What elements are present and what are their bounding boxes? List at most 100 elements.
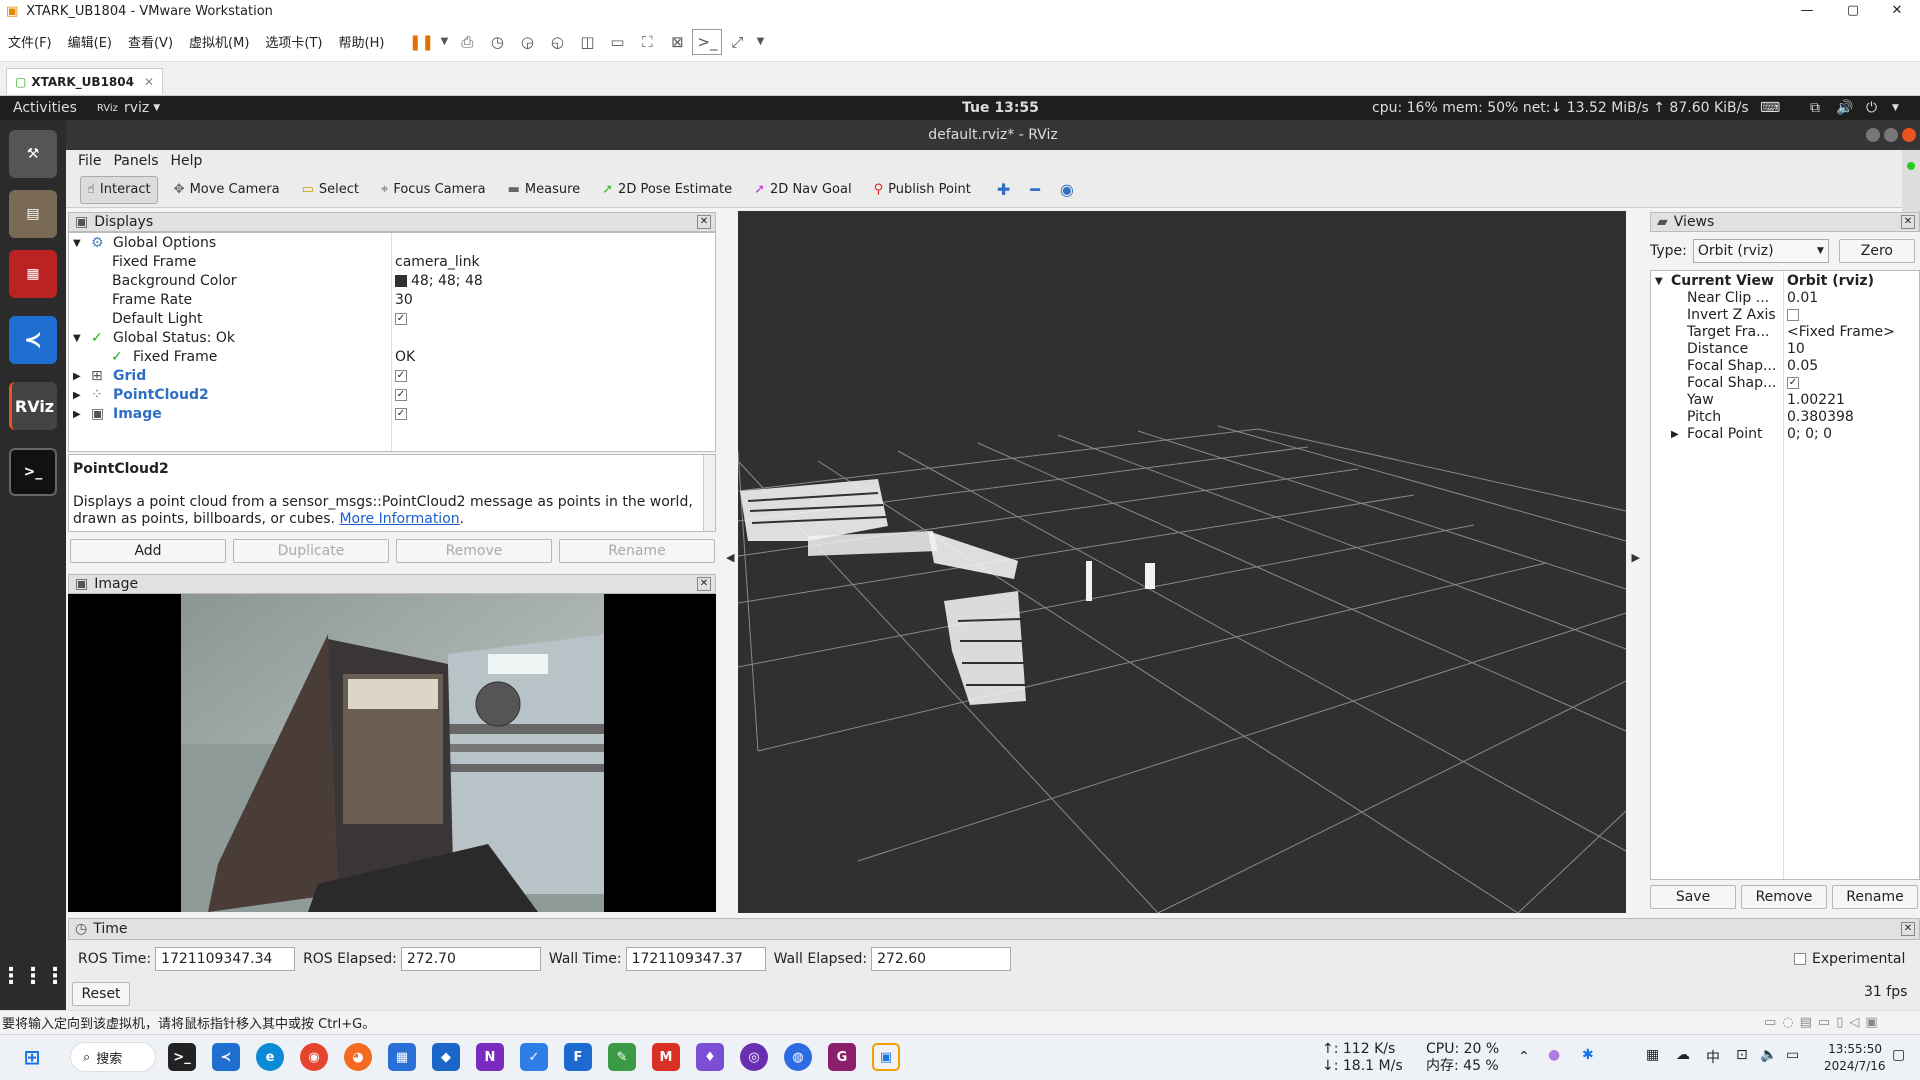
firefox-icon[interactable]: ◕	[344, 1043, 372, 1071]
minimize-button[interactable]	[1866, 128, 1880, 142]
stretch-icon[interactable]: ⤢	[722, 29, 752, 55]
add-tool-icon[interactable]: ✚	[997, 180, 1010, 199]
network-icon[interactable]: ⧉	[1810, 100, 1820, 116]
expand-arrow-icon[interactable]: ▼	[73, 234, 81, 253]
app-red-icon[interactable]: ▦	[9, 250, 57, 298]
edge-icon[interactable]: e	[256, 1043, 284, 1071]
vm-tab[interactable]: ▢ XTARK_UB1804 ✕	[6, 68, 164, 94]
menu-help[interactable]: Help	[165, 153, 209, 169]
menu-file[interactable]: File	[72, 153, 107, 169]
notification-icon[interactable]: ▢	[1892, 1047, 1905, 1063]
experimental-checkbox[interactable]	[1794, 953, 1806, 965]
app-menu[interactable]: RViz rviz ▼	[97, 100, 160, 116]
image-enabled-checkbox[interactable]: ✓	[395, 405, 407, 424]
ros-time-field[interactable]: 1721109347.34	[155, 947, 296, 971]
reset-button[interactable]: Reset	[72, 982, 130, 1006]
tree-row-background-color[interactable]: Background Color 48; 48; 48	[69, 272, 715, 291]
app-blue-icon[interactable]: ◆	[432, 1043, 460, 1071]
remove-tool-icon[interactable]: ━	[1030, 180, 1040, 199]
expand-arrow-icon[interactable]: ▶	[1671, 425, 1679, 444]
chevron-down-icon[interactable]: ▼	[1892, 103, 1899, 113]
tree-row-default-light[interactable]: Default Light ✓	[69, 310, 715, 329]
add-display-button[interactable]: Add	[70, 539, 226, 563]
wifi-icon[interactable]: ⊡	[1736, 1047, 1748, 1063]
remove-display-button[interactable]: Remove	[396, 539, 552, 563]
ros-elapsed-field[interactable]: 272.70	[400, 947, 541, 971]
store-icon[interactable]: ▦	[388, 1043, 416, 1071]
library-view-icon[interactable]: ◫	[572, 29, 602, 55]
vmware-app-icon[interactable]: ▣	[872, 1043, 900, 1071]
wall-elapsed-field[interactable]: 272.60	[871, 947, 1012, 971]
close-icon[interactable]: ✕	[697, 577, 711, 591]
tool-2d-nav-goal[interactable]: ➚ 2D Nav Goal	[748, 176, 857, 204]
3d-viewport[interactable]: ◀ ▶	[726, 211, 1640, 913]
pointcloud2-enabled-checkbox[interactable]: ✓	[395, 386, 407, 405]
ime-indicator[interactable]: 中	[1706, 1047, 1720, 1067]
3d-scene[interactable]	[738, 211, 1626, 913]
terminal-app-icon[interactable]: >_	[168, 1043, 196, 1071]
menu-vm[interactable]: 虚拟机(M)	[181, 32, 257, 51]
show-apps-icon[interactable]: ⋮⋮⋮	[0, 952, 66, 1000]
description-scrollbar[interactable]	[703, 455, 715, 531]
menu-help[interactable]: 帮助(H)	[331, 32, 393, 51]
tree-row-global-status[interactable]: ▼ ✓ Global Status: Ok	[69, 329, 715, 348]
tool-measure[interactable]: ▬ Measure	[502, 176, 587, 204]
close-icon[interactable]: ✕	[144, 75, 154, 89]
files-icon[interactable]: ▤	[9, 190, 57, 238]
remove-view-button[interactable]: Remove	[1741, 885, 1827, 909]
tree-row-pointcloud2[interactable]: ▶ ⁘ PointCloud2 ✓	[69, 386, 715, 405]
tool-select[interactable]: ▭ Select	[296, 176, 365, 204]
revert-snapshot-icon[interactable]: ◶	[512, 29, 542, 55]
tool-2d-pose-estimate[interactable]: ➚ 2D Pose Estimate	[596, 176, 738, 204]
save-view-button[interactable]: Save	[1650, 885, 1736, 909]
more-information-link[interactable]: More Information	[339, 511, 459, 527]
tool-publish-point[interactable]: ⚲ Publish Point	[868, 176, 977, 204]
clock[interactable]: Tue 13:55	[962, 100, 1039, 116]
tool-move-camera[interactable]: ✥ Move Camera	[168, 176, 286, 204]
grid-enabled-checkbox[interactable]: ✓	[395, 367, 407, 386]
maximize-button[interactable]: ▢	[1830, 0, 1876, 22]
menu-view[interactable]: 查看(V)	[120, 32, 181, 51]
tree-row-status-fixed-frame[interactable]: ✓ Fixed Frame OK	[69, 348, 715, 367]
device-icons[interactable]: ▭◌▤▭▯◁▣	[1764, 1015, 1884, 1030]
tree-value[interactable]: 30	[395, 291, 413, 310]
tree-value[interactable]: 48; 48; 48	[395, 272, 483, 291]
tree-row-global-options[interactable]: ▼ ⚙ Global Options	[69, 234, 715, 253]
pdf-icon[interactable]: G	[828, 1043, 856, 1071]
keyboard-icon[interactable]: ⌨	[1760, 100, 1780, 116]
camera-type-icon[interactable]: ◉	[1060, 180, 1074, 199]
vscode-app-icon[interactable]: ≺	[212, 1043, 240, 1071]
tray-icon-1[interactable]: ▦	[1646, 1047, 1659, 1063]
app-swirl-icon[interactable]: ◍	[784, 1043, 812, 1071]
rename-view-button[interactable]: Rename	[1832, 885, 1918, 909]
menu-panels[interactable]: Panels	[107, 153, 164, 169]
send-keys-icon[interactable]: ⎙	[452, 29, 482, 55]
menu-edit[interactable]: 编辑(E)	[60, 32, 120, 51]
chevron-up-icon[interactable]: ⌃	[1518, 1049, 1530, 1065]
menu-tabs[interactable]: 选项卡(T)	[257, 32, 330, 51]
vscode-icon[interactable]: ≺	[9, 316, 57, 364]
wall-time-field[interactable]: 1721109347.37	[625, 947, 766, 971]
experimental-option[interactable]: Experimental	[1794, 951, 1905, 967]
power-icon[interactable]: ⏻	[1866, 100, 1877, 116]
app-purple-icon[interactable]: ♦	[696, 1043, 724, 1071]
minimize-button[interactable]: —	[1784, 0, 1830, 22]
view-row-value[interactable]: 0; 0; 0	[1787, 425, 1832, 444]
system-monitor[interactable]: cpu: 16% mem: 50% net:↓ 13.52 MiB/s ↑ 87…	[1372, 100, 1749, 116]
zero-button[interactable]: Zero	[1838, 239, 1915, 263]
close-button[interactable]	[1902, 128, 1916, 142]
tree-row-grid[interactable]: ▶ ⊞ Grid ✓	[69, 367, 715, 386]
app-f-icon[interactable]: F	[564, 1043, 592, 1071]
expand-arrow-icon[interactable]: ▼	[73, 329, 81, 348]
close-icon[interactable]: ✕	[1901, 922, 1915, 936]
console-view-icon[interactable]: >_	[692, 28, 723, 55]
bluetooth-icon[interactable]: ✱	[1582, 1047, 1594, 1063]
software-tools-icon[interactable]: ⚒	[9, 130, 57, 178]
terminal-icon[interactable]: >_	[9, 448, 57, 496]
chrome-icon[interactable]: ◉	[300, 1043, 328, 1071]
tool-interact[interactable]: ☝ Interact	[80, 175, 158, 204]
todo-icon[interactable]: ✓	[520, 1043, 548, 1071]
tray-app-icon[interactable]: ●	[1548, 1047, 1560, 1063]
tree-row-fixed-frame[interactable]: Fixed Frame camera_link	[69, 253, 715, 272]
duplicate-display-button[interactable]: Duplicate	[233, 539, 389, 563]
